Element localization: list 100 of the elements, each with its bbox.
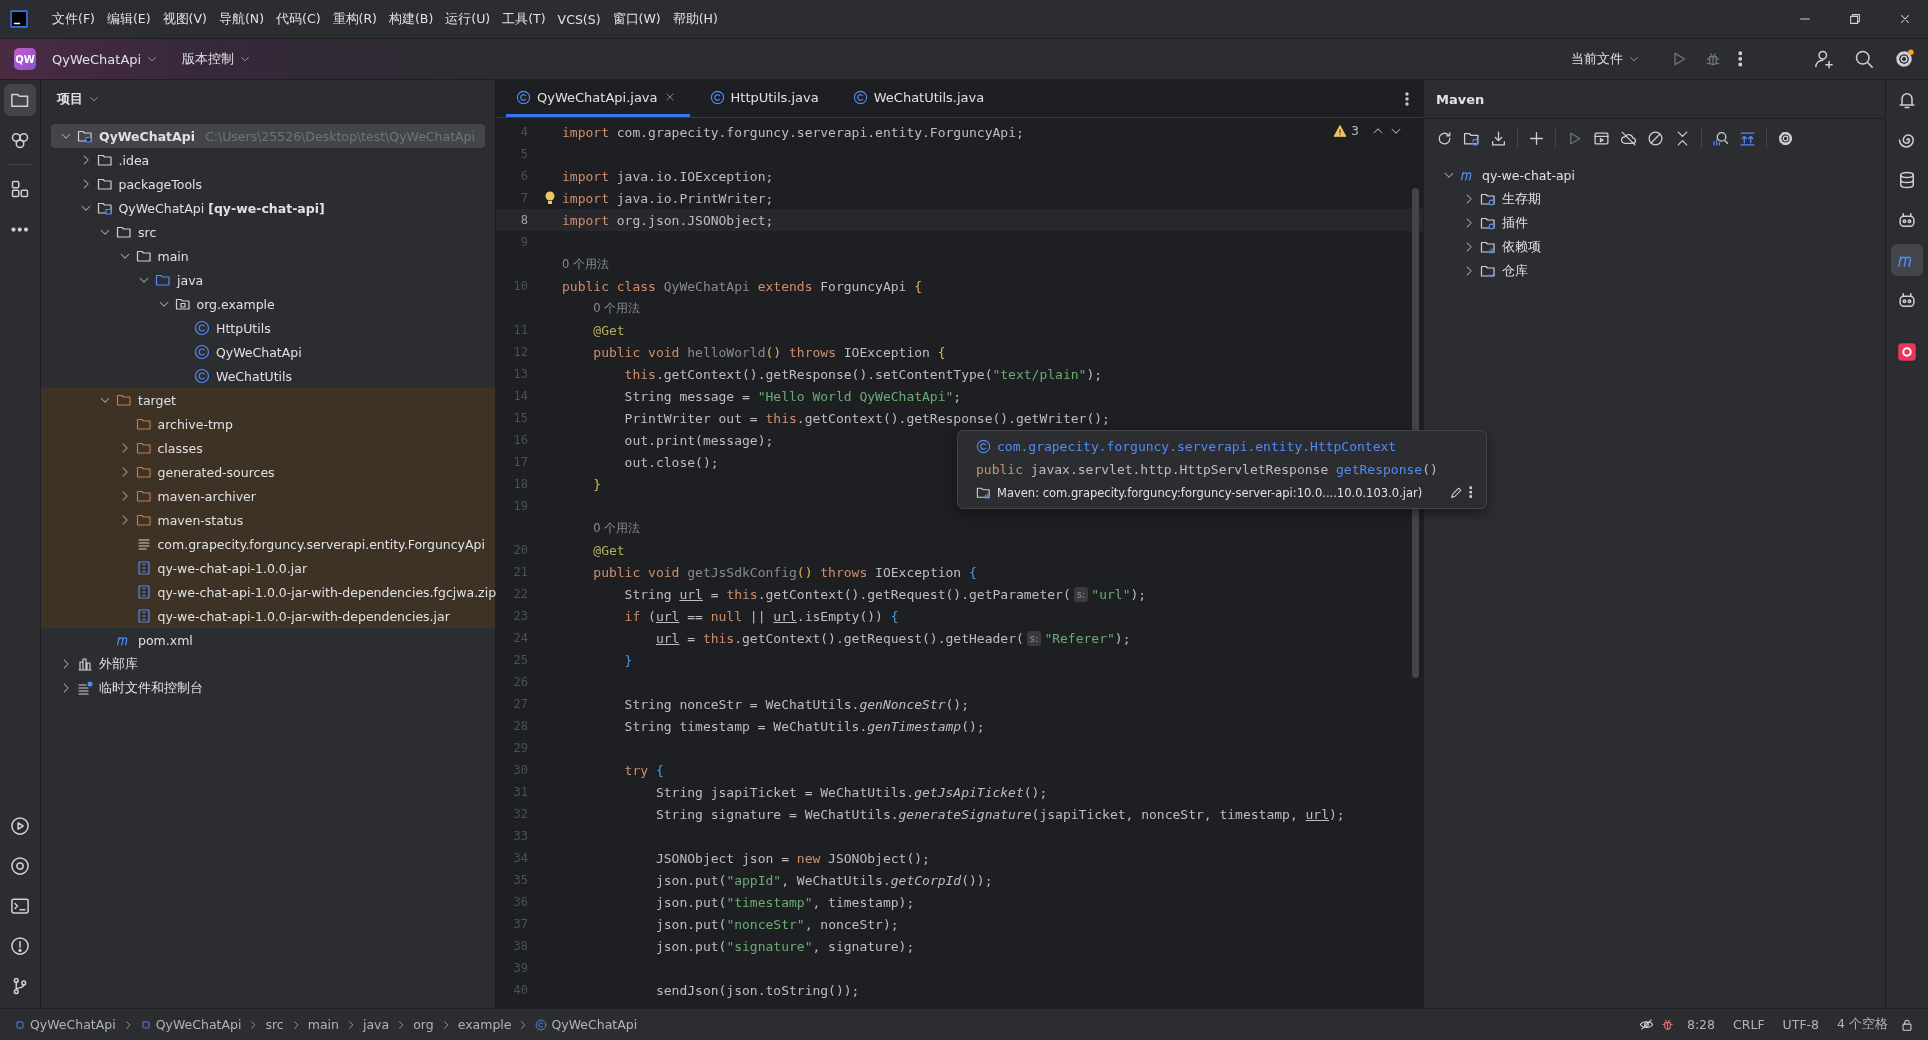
tree-item[interactable]: maven-archiver: [41, 484, 495, 508]
breadcrumb[interactable]: main: [307, 1017, 339, 1032]
tree-item[interactable]: target: [41, 388, 495, 412]
indent-setting[interactable]: 4 个空格: [1831, 1016, 1894, 1033]
more-icon[interactable]: [1468, 486, 1472, 499]
run-config-selector[interactable]: 当前文件: [1562, 46, 1648, 72]
refresh-icon[interactable]: [1436, 129, 1453, 147]
download-icon[interactable]: [1490, 129, 1507, 147]
breadcrumb[interactable]: java: [362, 1017, 390, 1032]
tree-item[interactable]: maven-status: [41, 508, 495, 532]
usage-hint: 0 个用法: [562, 256, 609, 272]
tree-item[interactable]: 临时文件和控制台: [41, 676, 495, 700]
code-line: import java.io.IOException;: [562, 168, 774, 184]
tree-item[interactable]: qy-we-chat-api-1.0.0-jar-with-dependencies.fgcjwa.zip: [41, 580, 495, 604]
code-line: public class QyWeChatApi extends ForguncyApi {: [562, 278, 923, 294]
file-encoding[interactable]: UTF-8: [1776, 1017, 1826, 1032]
menu-item[interactable]: 代码(C): [272, 10, 325, 28]
tree-item[interactable]: com.grapecity.forguncy.serverapi.entity.ForguncyApi: [41, 532, 495, 556]
menu-item[interactable]: 视图(V): [158, 10, 211, 28]
menu-item[interactable]: 运行(U): [441, 10, 495, 28]
breadcrumb[interactable]: src: [265, 1017, 284, 1032]
tree-item[interactable]: classes: [41, 436, 495, 460]
code-line: String signature = WeChatUtils.generateSignature(jsapiTicket, nonceStr, timestamp, url);: [654, 806, 1345, 822]
project-selector[interactable]: QyWeChatApi: [44, 47, 167, 71]
breadcrumb[interactable]: QyWeChatApi: [14, 1017, 116, 1032]
class-icon: [194, 320, 210, 336]
code-line: }: [623, 652, 633, 668]
folder-icon: [1479, 215, 1496, 231]
menu-item[interactable]: 帮助(H): [668, 10, 722, 28]
code-line: if (url == null || url.isEmpty()) {: [623, 608, 899, 624]
robot-icon: [1897, 290, 1917, 310]
tree-item[interactable]: .idea: [41, 148, 495, 172]
settings-icon[interactable]: [1894, 49, 1914, 69]
panel-title[interactable]: 项目: [51, 89, 106, 109]
tree-item[interactable]: java: [41, 268, 495, 292]
block-icon[interactable]: [1647, 129, 1664, 147]
tree-item[interactable]: archive-tmp: [41, 412, 495, 436]
folder-icon: [1479, 263, 1496, 279]
breadcrumb[interactable]: org: [413, 1017, 434, 1032]
code-line: PrintWriter out = this.getContext().getResponse().getWriter();: [623, 410, 1110, 426]
tree-item[interactable]: 仓库: [1424, 259, 1885, 283]
breadcrumb[interactable]: QyWeChatApi: [535, 1017, 638, 1032]
lock-icon[interactable]: [1900, 1017, 1914, 1032]
code-line: String message = "Hello World QyWeChatApi";: [623, 388, 962, 404]
code-line: String nonceStr = WeChatUtils.genNonceStr();: [623, 696, 969, 712]
menu-item[interactable]: 构建(B): [384, 10, 438, 28]
folder-icon: [135, 440, 152, 456]
tree-item[interactable]: src: [41, 220, 495, 244]
library-icon: [77, 656, 93, 672]
search-icon[interactable]: [1854, 49, 1874, 69]
more-icon[interactable]: [1405, 91, 1409, 106]
menu-item[interactable]: VCS(S): [553, 11, 605, 27]
editor-tab[interactable]: HttpUtils.java: [699, 80, 833, 117]
menu-item[interactable]: 窗口(W): [608, 10, 665, 28]
warning-count[interactable]: 3: [1351, 124, 1359, 138]
tree-item[interactable]: QyWeChatApi: [41, 340, 495, 364]
tree-item[interactable]: 生存期: [1424, 187, 1885, 211]
menu-item[interactable]: 导航(N): [214, 10, 269, 28]
breadcrumb[interactable]: QyWeChatApi: [139, 1017, 242, 1032]
bug-icon[interactable]: [1659, 1017, 1675, 1032]
line-separator[interactable]: CRLF: [1727, 1017, 1771, 1032]
code-line: out.print(message);: [623, 432, 774, 448]
code-line: public void getJsSdkConfig() throws IOException {: [592, 564, 977, 580]
tree-item[interactable]: 插件: [1424, 211, 1885, 235]
class-name[interactable]: com.grapecity.forguncy.serverapi.entity.HttpContext: [997, 439, 1397, 454]
tree-item[interactable]: org.example: [41, 292, 495, 316]
tree-item[interactable]: QyWeChatApi [qy-we-chat-api]: [41, 196, 495, 220]
code-line: import java.io.PrintWriter;: [562, 190, 774, 206]
tree-item[interactable]: 外部库: [41, 652, 495, 676]
breadcrumb[interactable]: example: [457, 1017, 512, 1032]
more-icon[interactable]: [1737, 51, 1742, 67]
editor-tab[interactable]: WeChatUtils.java: [842, 80, 999, 117]
cursor-position[interactable]: 8:28: [1680, 1017, 1722, 1032]
menu-item[interactable]: 文件(F): [48, 10, 99, 28]
settings-icon[interactable]: [1777, 129, 1794, 147]
cloud-off-icon[interactable]: [1620, 129, 1637, 147]
plus-icon[interactable]: [1528, 129, 1545, 147]
analyze-icon[interactable]: [1712, 129, 1729, 147]
robot-icon: [1897, 210, 1917, 230]
tree-item[interactable]: 依赖项: [1424, 235, 1885, 259]
tree-item[interactable]: generated-sources: [41, 460, 495, 484]
menu-item[interactable]: 重构(R): [328, 10, 381, 28]
code-line: this.getContext().getResponse().setContentType("text/plain");: [623, 366, 1103, 382]
add-user-icon[interactable]: [1814, 49, 1834, 69]
tree-item[interactable]: qy-we-chat-api: [1424, 163, 1885, 187]
folder-icon: [1479, 191, 1496, 207]
menu-item[interactable]: 编辑(E): [102, 10, 155, 28]
eye-off-icon[interactable]: [1638, 1017, 1654, 1032]
tool-window-button[interactable]: [4, 84, 36, 116]
tree-item[interactable]: pom.xml: [41, 628, 495, 652]
tree-item[interactable]: HttpUtils: [41, 316, 495, 340]
tree-item[interactable]: qy-we-chat-api-1.0.0.jar: [41, 556, 495, 580]
editor-tab[interactable]: QyWeChatApi.java: [506, 80, 690, 117]
tree-item[interactable]: packageTools: [41, 172, 495, 196]
vcs-selector[interactable]: 版本控制: [174, 46, 260, 72]
tree-item[interactable]: main: [41, 244, 495, 268]
tree-item[interactable]: qy-we-chat-api-1.0.0-jar-with-dependencies.jar: [41, 604, 495, 628]
menu-item[interactable]: 工具(T): [498, 10, 550, 28]
pencil-icon[interactable]: [1448, 485, 1463, 500]
tree-item[interactable]: WeChatUtils: [41, 364, 495, 388]
